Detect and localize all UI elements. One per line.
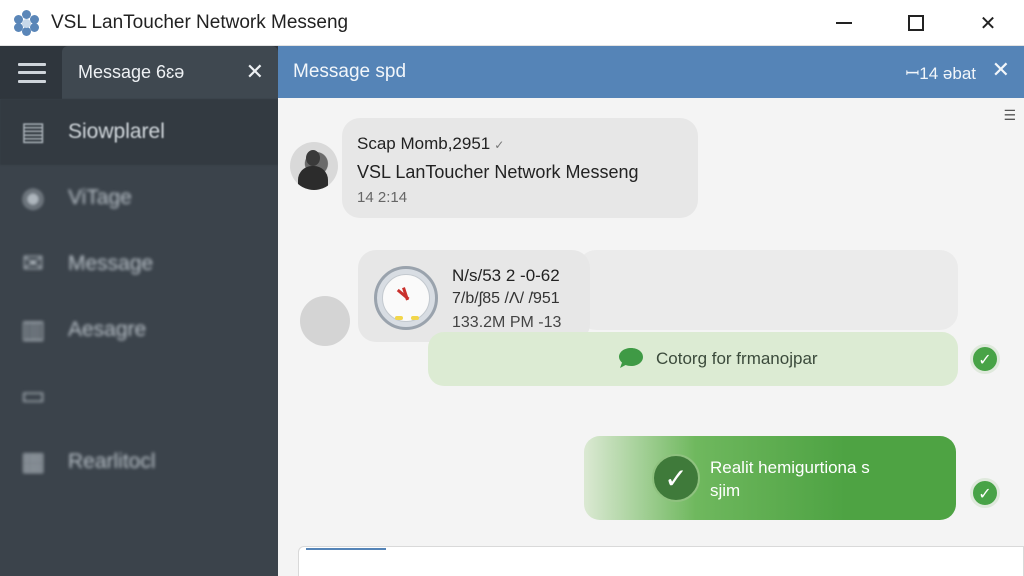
sidebar-item-3[interactable]: ▥ Aesagre xyxy=(0,297,278,363)
message-text: Cotorg for frmanojpar xyxy=(656,349,818,368)
message-text: N/s/53 2 ‑0‑62 xyxy=(452,266,560,285)
conversation-title: Message spd xyxy=(293,61,407,82)
avatar-placeholder[interactable] xyxy=(300,296,350,346)
message-text: Realit hemigurtiona s xyxy=(710,458,870,477)
clock-icon xyxy=(374,266,438,330)
message-bubble-4: ✓ Realit hemigurtiona s sjim xyxy=(584,436,956,520)
minimize-icon xyxy=(836,22,852,24)
sidebar-item-0[interactable]: ▤ Siowplarel xyxy=(0,99,278,165)
document-icon: ▥ xyxy=(20,315,46,345)
message-time: 133.2M PM ‑13 xyxy=(452,314,562,331)
chat-area: ☰ Scap Momb,2951 ✓ VSL LanToucher Network… xyxy=(278,98,1024,576)
message-text: sjim xyxy=(710,481,741,500)
close-conversation-icon[interactable]: ✕ xyxy=(992,58,1010,83)
message-input[interactable] xyxy=(298,546,1024,576)
chat-bubble-icon xyxy=(619,348,643,368)
maximize-icon xyxy=(908,15,924,31)
sidebar-tab-close-icon[interactable]: ✕ xyxy=(246,60,264,85)
window-controls: ✕ xyxy=(808,0,1024,46)
maximize-button[interactable] xyxy=(880,0,952,46)
message-bubble-3: Cotorg for frmanojpar xyxy=(428,332,958,386)
conversation-header: Message spd ꟷ14 əbat ✕ xyxy=(278,46,1024,98)
sidebar-item-label: Rearlitocl xyxy=(68,450,156,473)
delivered-check-icon: ✓ xyxy=(970,344,1000,374)
sidebar-items: ▤ Siowplarel ◉ ViTage ✉ Message ▥ Aesagr… xyxy=(0,99,278,495)
title-bar: VSL LanToucher Network Messeng ✕ xyxy=(0,0,1024,46)
sidebar-item-label: ViTage xyxy=(68,186,132,209)
app-logo-icon xyxy=(13,9,39,36)
sidebar-item-label: Message xyxy=(68,252,154,275)
message-bubble-2: N/s/53 2 ‑0‑62 7/b/ʃ85 /Λ/ /̄951 133.2M … xyxy=(358,250,590,342)
sidebar: Message 6ɛə ✕ ▤ Siowplarel ◉ ViTage ✉ Me… xyxy=(0,46,278,576)
clipboard-icon: ▤ xyxy=(20,117,46,147)
calendar-icon: ▦ xyxy=(20,447,46,477)
close-window-button[interactable]: ✕ xyxy=(952,0,1024,46)
user-icon: ◉ xyxy=(21,183,45,213)
sidebar-item-2[interactable]: ✉ Message xyxy=(0,231,278,297)
list-view-icon[interactable]: ☰ xyxy=(1003,108,1016,124)
sidebar-item-label: Siowplarel xyxy=(68,120,165,143)
sidebar-tab-label: Message 6ɛə xyxy=(78,62,185,82)
menu-icon[interactable] xyxy=(18,62,46,83)
message-time: 14 2:14 xyxy=(357,189,408,206)
success-check-icon: ✓ xyxy=(652,454,700,502)
chat-icon: ✉ xyxy=(22,249,44,279)
read-tick-icon: ✓ xyxy=(494,138,505,152)
avatar[interactable] xyxy=(290,142,338,190)
input-focus-indicator xyxy=(306,548,386,550)
message-bubble-2-background xyxy=(578,250,958,330)
folder-icon: ▭ xyxy=(20,381,46,411)
sidebar-item-4[interactable]: ▭ xyxy=(0,363,278,429)
sidebar-item-label: Aesagre xyxy=(68,318,147,341)
sidebar-tab[interactable]: Message 6ɛə ✕ xyxy=(62,46,278,99)
close-icon: ✕ xyxy=(979,11,997,35)
delivered-check-icon: ✓ xyxy=(970,478,1000,508)
conversation-status: ꟷ14 əbat xyxy=(905,64,976,83)
message-text: 7/b/ʃ85 /Λ/ /̄951 xyxy=(452,290,560,307)
message-text: VSL LanToucher Network Messeng xyxy=(357,162,639,182)
window-title: VSL LanToucher Network Messeng xyxy=(51,11,349,33)
message-sender-line: Scap Momb,2951 ✓ xyxy=(357,134,505,153)
message-bubble-1: Scap Momb,2951 ✓ VSL LanToucher Network M… xyxy=(342,118,698,218)
sidebar-item-5[interactable]: ▦ Rearlitocl xyxy=(0,429,278,495)
sidebar-item-1[interactable]: ◉ ViTage xyxy=(0,165,278,231)
sidebar-header: Message 6ɛə ✕ xyxy=(0,46,278,99)
minimize-button[interactable] xyxy=(808,0,880,46)
